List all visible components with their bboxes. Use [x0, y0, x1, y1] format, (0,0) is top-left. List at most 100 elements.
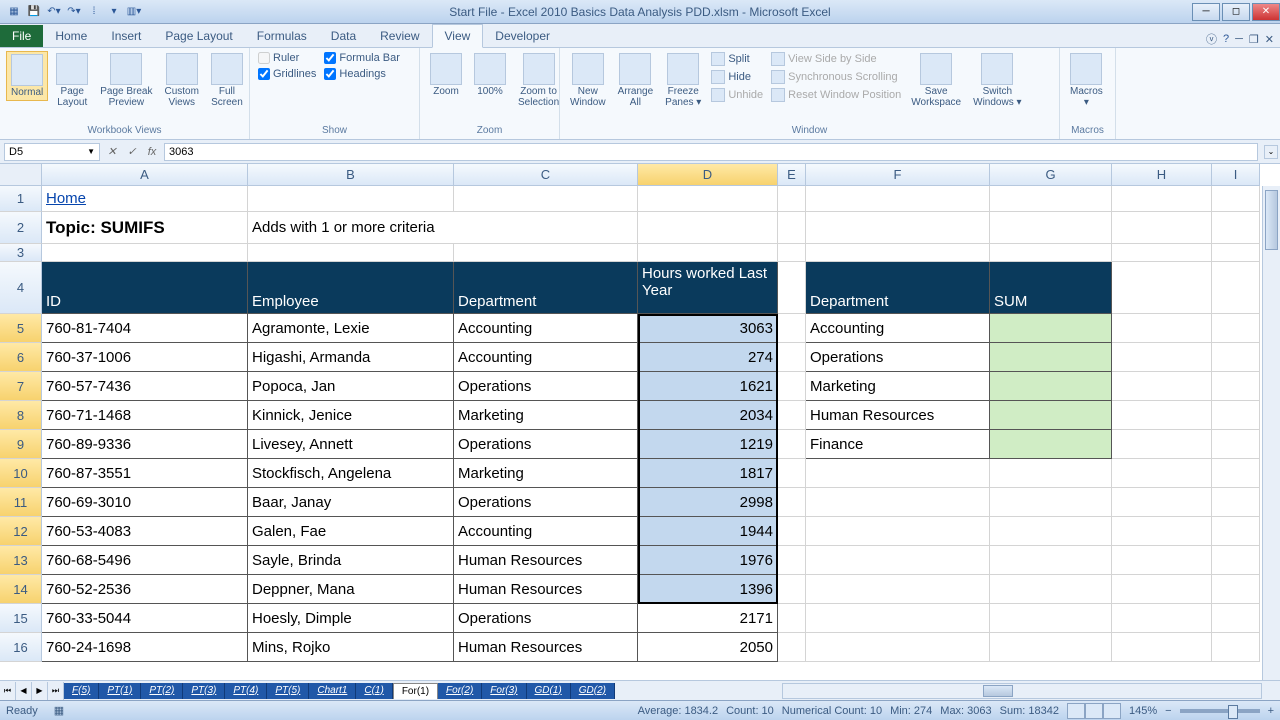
cell[interactable]: Higashi, Armanda	[248, 343, 454, 372]
cell[interactable]	[990, 430, 1112, 459]
cell[interactable]: 3063	[638, 314, 778, 343]
sheet-tab[interactable]: PT(2)	[141, 683, 183, 699]
row-header[interactable]: 16	[0, 633, 42, 662]
cell[interactable]	[990, 372, 1112, 401]
sheet-tab[interactable]: Chart1	[309, 683, 356, 699]
cell[interactable]	[1112, 546, 1212, 575]
cell[interactable]	[990, 459, 1112, 488]
cell[interactable]: Operations	[454, 430, 638, 459]
minimize-ribbon-icon[interactable]: ⓥ	[1206, 31, 1217, 47]
cell[interactable]	[1112, 459, 1212, 488]
macros-button[interactable]: Macros ▾	[1066, 51, 1107, 110]
cell[interactable]	[1112, 430, 1212, 459]
cell[interactable]	[1212, 459, 1260, 488]
cell[interactable]	[1112, 186, 1212, 212]
cell[interactable]: 2050	[638, 633, 778, 662]
tab-view[interactable]: View	[432, 24, 484, 48]
cell[interactable]	[638, 212, 778, 244]
cell[interactable]: Operations	[454, 604, 638, 633]
cell[interactable]	[778, 401, 806, 430]
ruler-checkbox[interactable]: Ruler	[256, 51, 318, 65]
sheet-tab[interactable]: PT(4)	[225, 683, 267, 699]
cell[interactable]: Stockfisch, Angelena	[248, 459, 454, 488]
fx-icon[interactable]: fx	[144, 144, 160, 160]
cell[interactable]	[990, 633, 1112, 662]
cell[interactable]	[1112, 372, 1212, 401]
column-header[interactable]: F	[806, 164, 990, 186]
reset-pos-button[interactable]: Reset Window Position	[769, 87, 903, 103]
doc-close-icon[interactable]: ✕	[1265, 33, 1274, 46]
row-header[interactable]: 11	[0, 488, 42, 517]
cell[interactable]: Finance	[806, 430, 990, 459]
select-all-button[interactable]	[0, 164, 42, 186]
full-screen-button[interactable]: Full Screen	[207, 51, 247, 110]
cell[interactable]	[990, 314, 1112, 343]
cell[interactable]	[1112, 314, 1212, 343]
column-header[interactable]: I	[1212, 164, 1260, 186]
tab-insert[interactable]: Insert	[99, 25, 153, 47]
cell[interactable]	[990, 546, 1112, 575]
cell[interactable]	[806, 604, 990, 633]
cell[interactable]: Topic: SUMIFS	[42, 212, 248, 244]
row-header[interactable]: 14	[0, 575, 42, 604]
cell[interactable]: Human Resources	[454, 575, 638, 604]
cell[interactable]	[1212, 633, 1260, 662]
cell[interactable]	[778, 186, 806, 212]
cell[interactable]: Human Resources	[454, 546, 638, 575]
custom-views-button[interactable]: Custom Views	[161, 51, 203, 110]
cell[interactable]	[1112, 575, 1212, 604]
zoom-selection-button[interactable]: Zoom to Selection	[514, 51, 563, 110]
column-header[interactable]: D	[638, 164, 778, 186]
sheet-tab[interactable]: C(1)	[356, 683, 392, 699]
column-header[interactable]: H	[1112, 164, 1212, 186]
cell[interactable]	[1212, 244, 1260, 262]
page-break-button[interactable]: Page Break Preview	[96, 51, 156, 110]
cell[interactable]: Human Resources	[806, 401, 990, 430]
vertical-scrollbar[interactable]	[1262, 186, 1280, 680]
side-by-side-button[interactable]: View Side by Side	[769, 51, 903, 67]
cell[interactable]: Operations	[454, 488, 638, 517]
first-sheet-icon[interactable]: ⏮	[0, 682, 16, 700]
row-header[interactable]: 3	[0, 244, 42, 262]
save-workspace-button[interactable]: Save Workspace	[907, 51, 965, 110]
cell[interactable]: 760-69-3010	[42, 488, 248, 517]
row-header[interactable]: 9	[0, 430, 42, 459]
row-header[interactable]: 5	[0, 314, 42, 343]
cell[interactable]	[1212, 430, 1260, 459]
cell[interactable]	[778, 575, 806, 604]
cell[interactable]: 760-53-4083	[42, 517, 248, 546]
cell[interactable]: Marketing	[454, 401, 638, 430]
cell[interactable]: Operations	[806, 343, 990, 372]
cell[interactable]	[990, 343, 1112, 372]
cell[interactable]: Marketing	[806, 372, 990, 401]
cell[interactable]	[806, 244, 990, 262]
cell[interactable]: Galen, Fae	[248, 517, 454, 546]
cell[interactable]: 1976	[638, 546, 778, 575]
cell[interactable]	[1112, 401, 1212, 430]
cell[interactable]	[1212, 604, 1260, 633]
cell[interactable]	[1112, 633, 1212, 662]
new-window-button[interactable]: New Window	[566, 51, 610, 110]
cell[interactable]: Hoesly, Dimple	[248, 604, 454, 633]
cell[interactable]: 760-71-1468	[42, 401, 248, 430]
cell[interactable]	[1212, 343, 1260, 372]
tab-data[interactable]: Data	[319, 25, 368, 47]
cell[interactable]	[454, 186, 638, 212]
cell[interactable]: 760-89-9336	[42, 430, 248, 459]
last-sheet-icon[interactable]: ⏭	[48, 682, 64, 700]
cell[interactable]: 1621	[638, 372, 778, 401]
zoom-out-icon[interactable]: −	[1165, 705, 1171, 717]
cell[interactable]: 1944	[638, 517, 778, 546]
prev-sheet-icon[interactable]: ◀	[16, 682, 32, 700]
row-header[interactable]: 4	[0, 262, 42, 314]
cell[interactable]	[1112, 244, 1212, 262]
redo-icon[interactable]: ↷▾	[66, 4, 82, 20]
horizontal-scrollbar[interactable]	[782, 683, 1262, 699]
cell[interactable]	[778, 517, 806, 546]
cell[interactable]: ID	[42, 262, 248, 314]
cell[interactable]	[990, 488, 1112, 517]
cell[interactable]: 1817	[638, 459, 778, 488]
cell[interactable]: Employee	[248, 262, 454, 314]
cell[interactable]	[1212, 401, 1260, 430]
spreadsheet-grid[interactable]: ABCDEFGHI 12345678910111213141516 HomeTo…	[0, 164, 1280, 680]
